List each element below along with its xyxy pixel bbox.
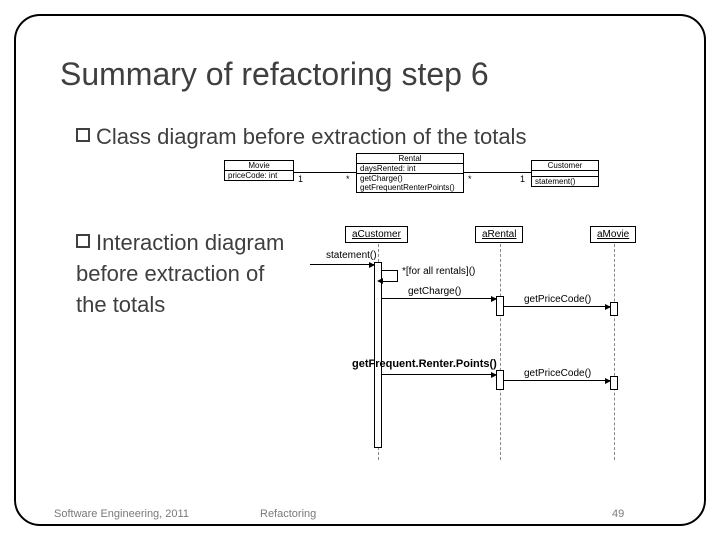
activation-movie-1 — [610, 302, 618, 316]
class-rental-op2: getFrequentRenterPoints() — [357, 183, 463, 192]
class-rental: Rental daysRented: int getCharge() getFr… — [356, 153, 464, 193]
seq-obj-rental: aRental — [475, 226, 523, 243]
activation-rental-2 — [496, 370, 504, 390]
lifeline-movie — [614, 244, 615, 460]
class-movie-name: Movie — [225, 161, 293, 171]
arrow-getpricecode2 — [504, 380, 610, 381]
arrow-statement — [310, 264, 374, 265]
mult-1b: 1 — [520, 174, 525, 184]
activation-customer — [374, 262, 382, 448]
bullet-2-line2: before extraction of — [76, 259, 284, 290]
class-rental-op1: getCharge() — [357, 173, 463, 183]
mult-star1: * — [346, 174, 350, 184]
seq-obj-customer: aCustomer — [345, 226, 408, 243]
arrow-getcharge — [382, 298, 496, 299]
selfarrow-loop — [382, 270, 398, 282]
activation-rental-1 — [496, 296, 504, 316]
msg-getpricecode2: getPriceCode() — [524, 368, 591, 379]
arrow-getfreq — [382, 374, 496, 375]
bullet-2-line1: Interaction diagram — [96, 228, 284, 259]
footer-left: Software Engineering, 2011 — [54, 508, 189, 520]
lifeline-rental — [500, 244, 501, 460]
arrow-getpricecode1 — [504, 306, 610, 307]
bullet-box-icon — [76, 234, 90, 248]
footer-page: 49 — [612, 508, 624, 520]
class-customer-name: Customer — [532, 161, 598, 171]
class-rental-attr: daysRented: int — [357, 164, 463, 173]
assoc-movie-rental — [294, 172, 356, 173]
class-rental-name: Rental — [357, 154, 463, 164]
msg-loop: *[for all rentals]() — [402, 266, 475, 277]
mult-1a: 1 — [298, 174, 303, 184]
bullet-1-text: Class diagram before extraction of the t… — [96, 122, 526, 153]
class-movie: Movie priceCode: int — [224, 160, 294, 181]
msg-getpricecode1: getPriceCode() — [524, 294, 591, 305]
slide-title: Summary of refactoring step 6 — [60, 56, 489, 93]
footer-mid: Refactoring — [260, 508, 316, 520]
activation-movie-2 — [610, 376, 618, 390]
bullet-1: Class diagram before extraction of the t… — [76, 122, 526, 153]
msg-getcharge: getCharge() — [408, 286, 461, 297]
bullet-2: Interaction diagram before extraction of… — [76, 228, 284, 320]
class-customer-op: statement() — [532, 177, 598, 186]
seq-obj-movie: aMovie — [590, 226, 636, 243]
bullet-2-line3: the totals — [76, 290, 284, 321]
msg-statement: statement() — [326, 250, 377, 261]
class-customer: Customer statement() — [531, 160, 599, 187]
msg-getfreq: getFrequent.Renter.Points() — [352, 358, 497, 370]
assoc-rental-customer — [464, 172, 531, 173]
class-movie-attr: priceCode: int — [225, 171, 293, 180]
bullet-box-icon — [76, 128, 90, 142]
mult-star2: * — [468, 174, 472, 184]
